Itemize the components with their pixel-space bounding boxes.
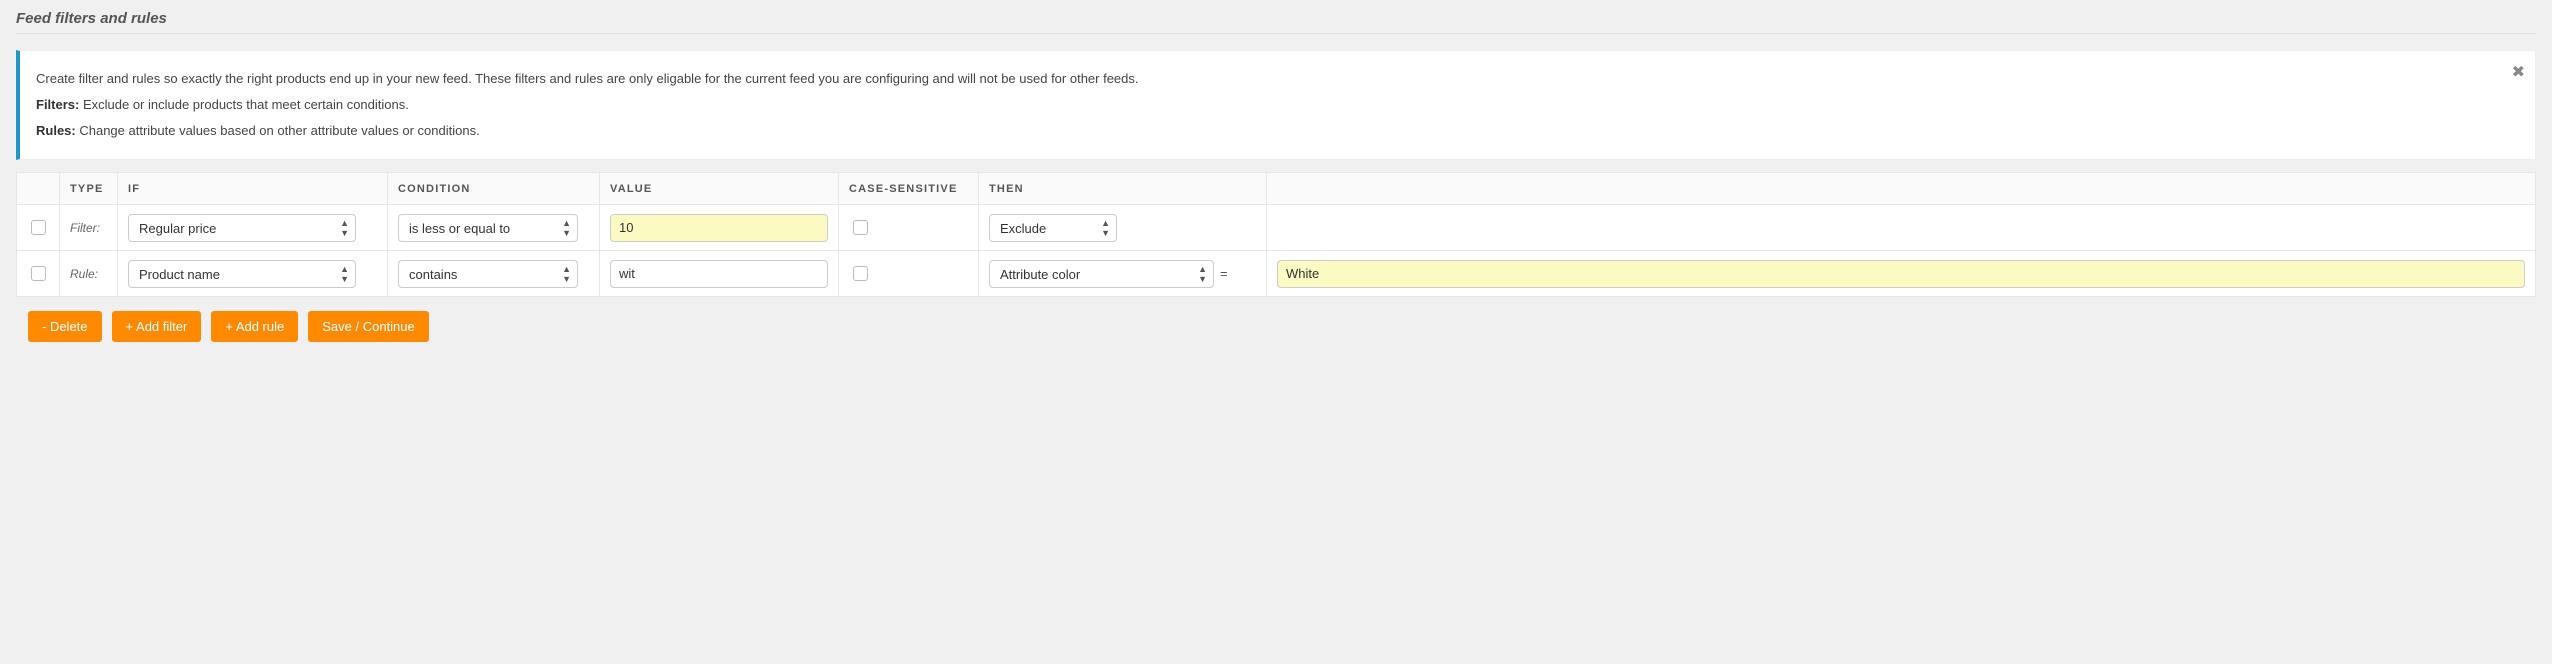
condition-select[interactable]: contains ▲▼: [398, 260, 578, 288]
divider: [16, 33, 2536, 34]
notice-intro: Create filter and rules so exactly the r…: [36, 69, 2499, 89]
target-input[interactable]: [1277, 260, 2525, 288]
then-select[interactable]: Attribute color ▲▼: [989, 260, 1214, 288]
row-type-label: Filter:: [70, 221, 100, 235]
chevron-updown-icon: ▲▼: [1198, 264, 1207, 284]
notice-filters-label: Filters:: [36, 97, 79, 112]
chevron-updown-icon: ▲▼: [1101, 218, 1110, 238]
add-filter-button[interactable]: + Add filter: [112, 311, 202, 342]
then-select-value: Exclude: [990, 215, 1072, 242]
chevron-updown-icon: ▲▼: [340, 218, 349, 238]
table-row: Filter: Regular price ▲▼ is less or equa…: [17, 205, 2536, 251]
notice-rules-line: Rules: Change attribute values based on …: [36, 121, 2499, 141]
then-select-value: Attribute color: [990, 261, 1106, 288]
row-checkbox[interactable]: [31, 266, 46, 281]
th-checkbox: [17, 173, 60, 205]
delete-button[interactable]: - Delete: [28, 311, 102, 342]
th-if: IF: [118, 173, 388, 205]
save-continue-button[interactable]: Save / Continue: [308, 311, 429, 342]
row-checkbox[interactable]: [31, 220, 46, 235]
then-select[interactable]: Exclude ▲▼: [989, 214, 1117, 242]
notice-box: ✖ Create filter and rules so exactly the…: [16, 50, 2536, 160]
table-row: Rule: Product name ▲▼ contains ▲▼: [17, 251, 2536, 297]
condition-select[interactable]: is less or equal to ▲▼: [398, 214, 578, 242]
notice-rules-label: Rules:: [36, 123, 76, 138]
row-type-label: Rule:: [70, 267, 98, 281]
if-select-value: Regular price: [129, 215, 242, 242]
if-select[interactable]: Regular price ▲▼: [128, 214, 356, 242]
rules-table: TYPE IF CONDITION VALUE CASE-SENSITIVE T…: [16, 172, 2536, 297]
th-value: VALUE: [600, 173, 839, 205]
close-icon[interactable]: ✖: [2512, 61, 2525, 86]
chevron-updown-icon: ▲▼: [340, 264, 349, 284]
case-sensitive-checkbox[interactable]: [853, 220, 868, 235]
condition-select-value: is less or equal to: [399, 215, 536, 242]
value-input[interactable]: [610, 260, 828, 288]
value-input[interactable]: [610, 214, 828, 242]
th-condition: CONDITION: [388, 173, 600, 205]
table-header-row: TYPE IF CONDITION VALUE CASE-SENSITIVE T…: [17, 173, 2536, 205]
case-sensitive-checkbox[interactable]: [853, 266, 868, 281]
equals-sign: =: [1220, 266, 1228, 281]
chevron-updown-icon: ▲▼: [562, 264, 571, 284]
chevron-updown-icon: ▲▼: [562, 218, 571, 238]
notice-filters-text: Exclude or include products that meet ce…: [79, 97, 409, 112]
th-case-sensitive: CASE-SENSITIVE: [839, 173, 979, 205]
th-type: TYPE: [60, 173, 118, 205]
if-select[interactable]: Product name ▲▼: [128, 260, 356, 288]
condition-select-value: contains: [399, 261, 483, 288]
action-button-row: - Delete + Add filter + Add rule Save / …: [0, 297, 2552, 360]
th-target: [1267, 173, 2536, 205]
notice-filters-line: Filters: Exclude or include products tha…: [36, 95, 2499, 115]
th-then: THEN: [979, 173, 1267, 205]
notice-rules-text: Change attribute values based on other a…: [76, 123, 480, 138]
section-title: Feed filters and rules: [16, 10, 2536, 27]
add-rule-button[interactable]: + Add rule: [211, 311, 298, 342]
if-select-value: Product name: [129, 261, 246, 288]
